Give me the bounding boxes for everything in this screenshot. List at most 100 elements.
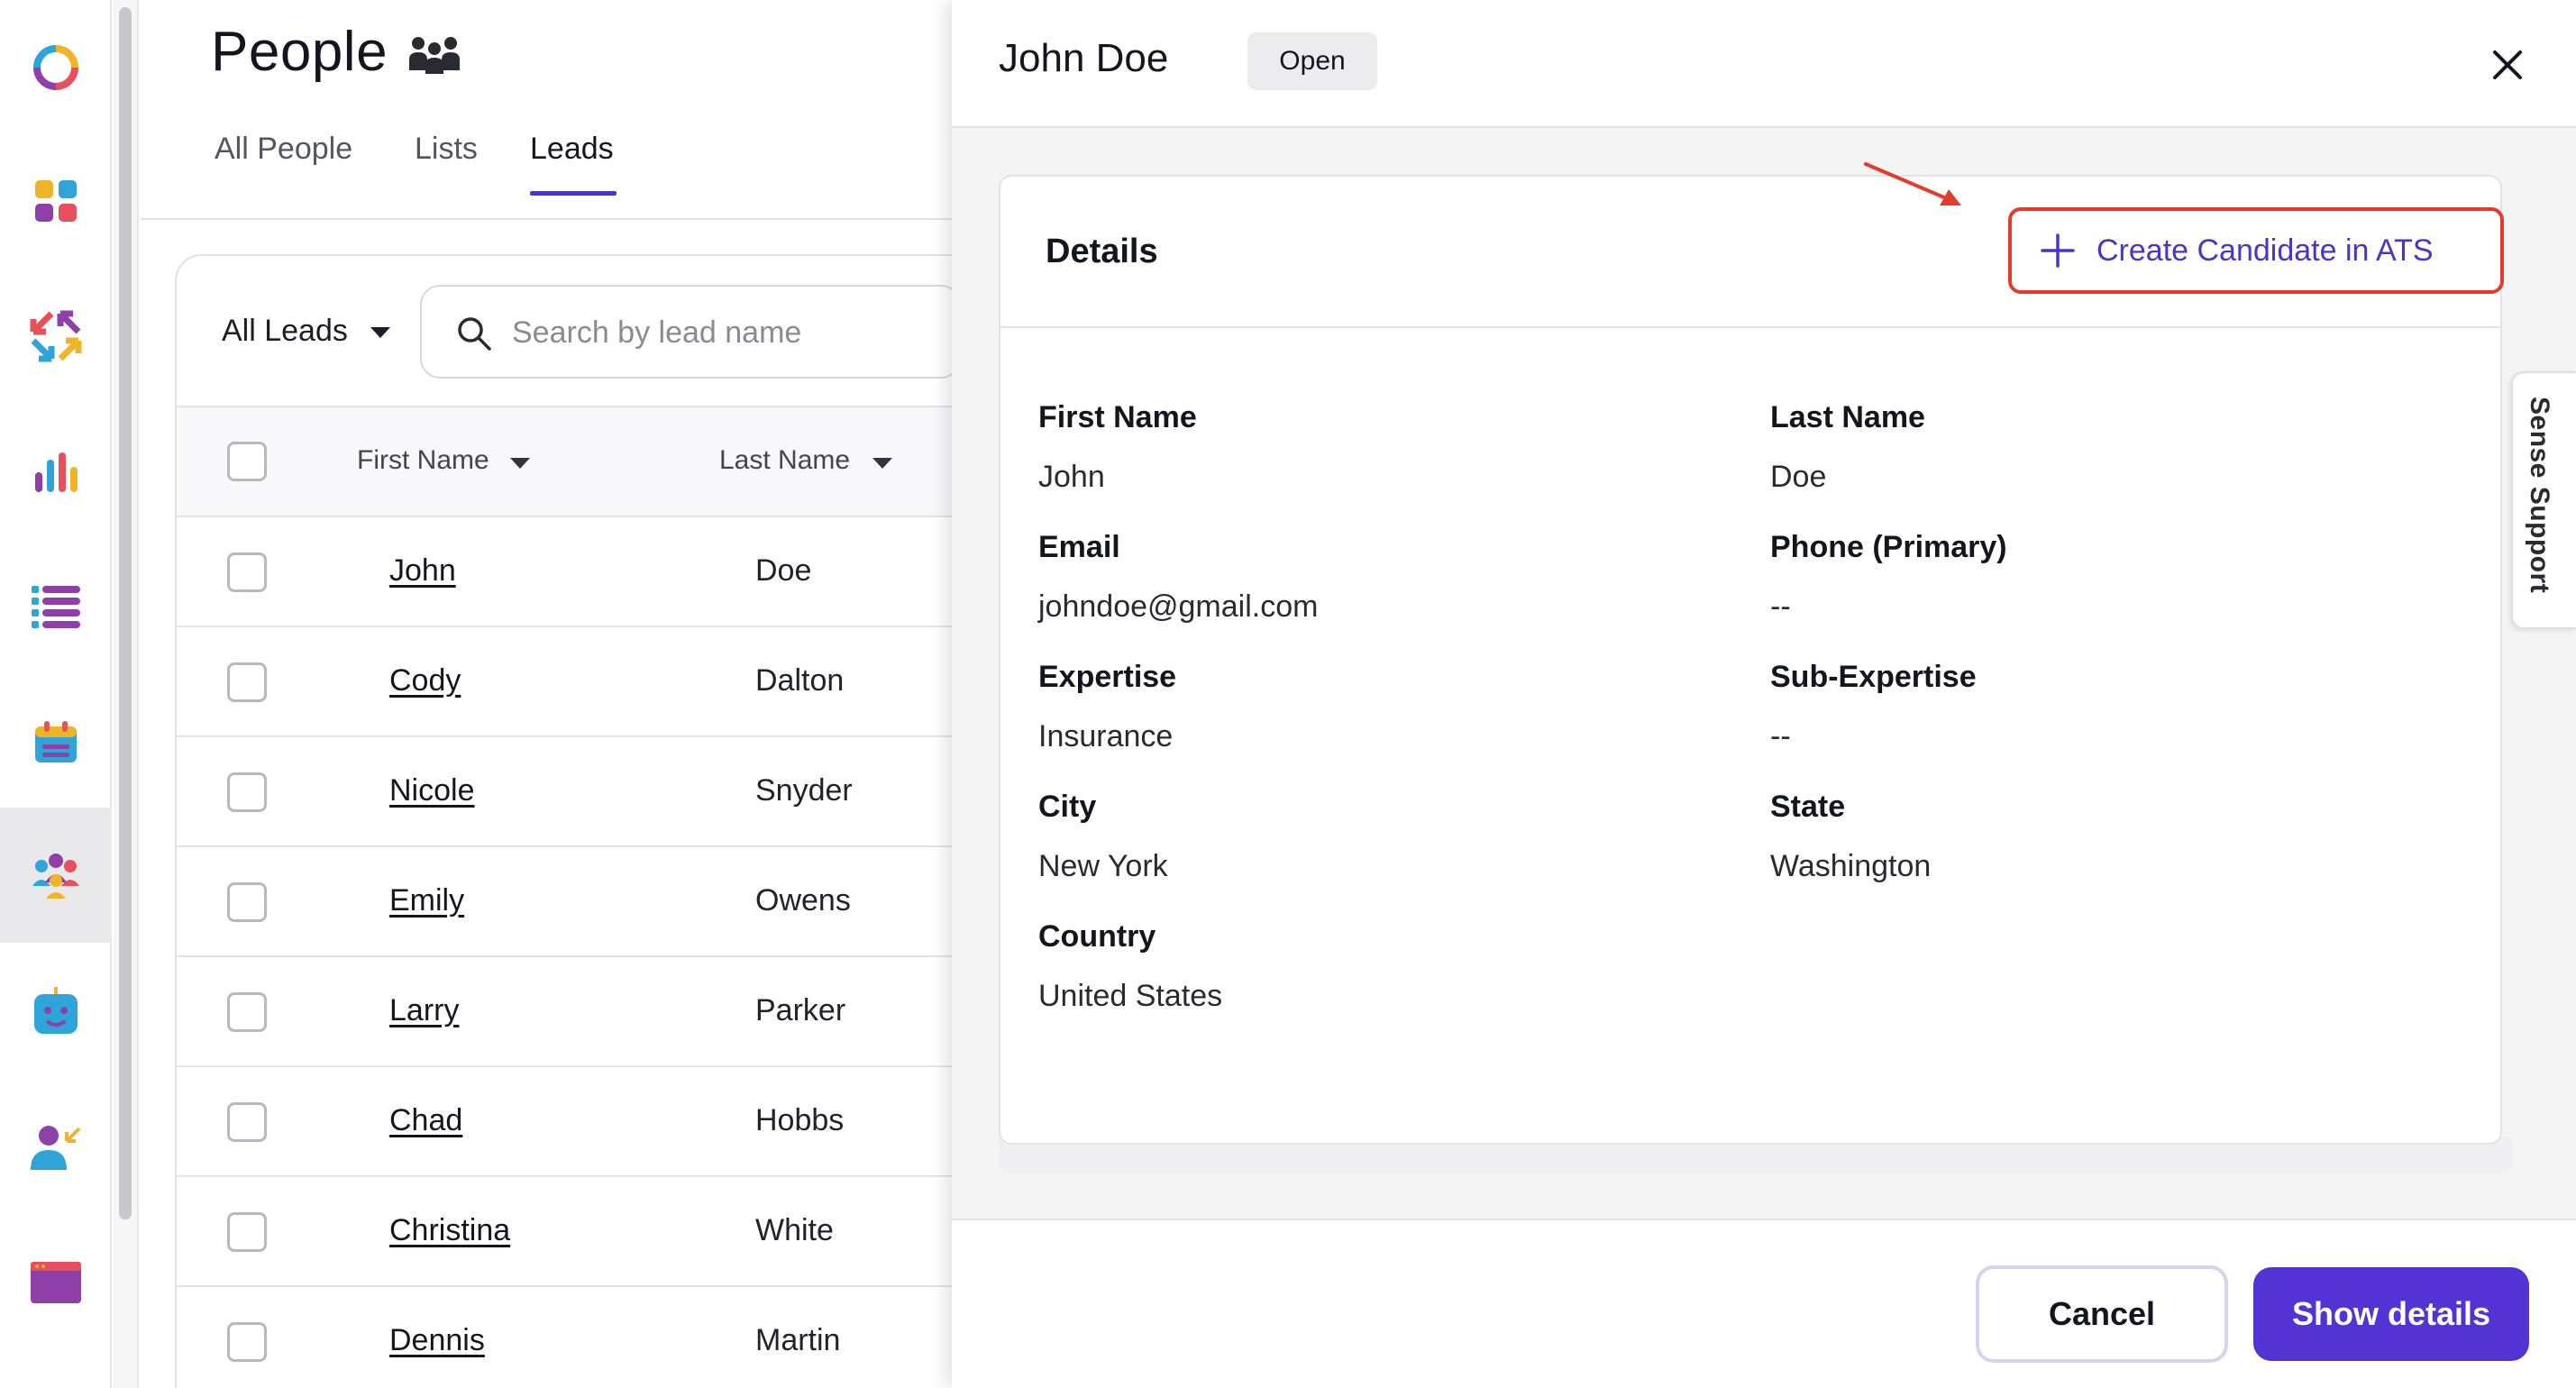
row-checkbox[interactable] [227,1102,267,1142]
list-icon[interactable] [0,539,112,674]
field-value-expertise: Insurance [1038,719,1174,753]
show-details-button[interactable]: Show details [2253,1267,2529,1361]
divider [141,218,952,220]
drawer-title: John Doe [999,36,1169,80]
divider [177,406,952,407]
table-row[interactable]: Chad Hobbs [177,1067,952,1177]
field-label-state: State [1770,790,1846,824]
dashboard-grid-icon[interactable] [0,133,112,269]
lead-last-name: Martin [755,1323,841,1357]
cancel-button[interactable]: Cancel [1976,1265,2228,1363]
sense-support-tab[interactable]: Sense Support [2511,371,2576,629]
close-icon [2493,50,2522,79]
lead-first-name-link[interactable]: John [389,553,456,589]
lead-first-name-link[interactable]: Chad [389,1103,462,1138]
bar-chart-icon[interactable] [0,404,112,539]
field-value-city: New York [1038,849,1168,883]
person-arrow-icon[interactable] [0,1080,112,1215]
leads-filter-dropdown[interactable]: All Leads [222,314,348,349]
field-value-email: johndoe@gmail.com [1038,589,1319,624]
row-checkbox[interactable] [227,662,267,702]
field-label-last-name: Last Name [1770,400,1925,434]
tab-leads[interactable]: Leads [530,132,614,167]
details-card: Details Create Candidate in ATS First Na… [999,175,2504,1145]
drawer-footer: Cancel Show details [952,1219,2576,1388]
table-row[interactable]: Emily Owens [177,847,952,957]
field-label-sub-expertise: Sub-Expertise [1770,660,1977,694]
close-button[interactable] [2475,32,2540,97]
lead-detail-drawer: John Doe Open Details Create Candidate i… [952,0,2576,1388]
search-box[interactable] [420,285,961,379]
table-row[interactable]: Christina White [177,1177,952,1287]
lead-first-name-link[interactable]: Dennis [389,1323,485,1358]
lead-first-name-link[interactable]: Cody [389,663,461,699]
select-all-checkbox[interactable] [227,442,267,481]
active-tab-indicator [530,191,617,196]
sort-caret-icon[interactable] [510,458,530,469]
lead-first-name-link[interactable]: Christina [389,1213,510,1248]
plus-icon [2041,233,2075,268]
column-header-last-name[interactable]: Last Name [719,445,850,476]
field-value-last-name: Doe [1770,460,1827,494]
row-checkbox[interactable] [227,1322,267,1362]
field-label-expertise: Expertise [1038,660,1177,694]
scrollbar-thumb[interactable] [119,7,132,1219]
field-value-country: United States [1038,979,1223,1013]
field-label-email: Email [1038,530,1120,564]
field-value-phone: -- [1770,589,1791,624]
tab-all-people[interactable]: All People [215,132,352,167]
people-nav-icon[interactable] [0,808,112,943]
column-header-first-name[interactable]: First Name [357,445,489,476]
search-icon [456,315,492,356]
row-checkbox[interactable] [227,552,267,592]
bot-icon[interactable] [0,945,112,1080]
logo-ring-icon[interactable] [0,0,112,135]
lead-last-name: Hobbs [755,1103,845,1137]
lead-last-name: Parker [755,993,846,1027]
lead-first-name-link[interactable]: Nicole [389,773,474,808]
lead-last-name: White [755,1213,834,1247]
lead-first-name-link[interactable]: Emily [389,883,464,918]
lead-last-name: Doe [755,553,812,588]
row-checkbox[interactable] [227,772,267,812]
app-sidebar [0,0,112,1388]
drawer-header: John Doe Open [952,0,2576,128]
field-label-first-name: First Name [1038,400,1197,434]
row-checkbox[interactable] [227,882,267,922]
table-row[interactable]: John Doe [177,517,952,627]
create-candidate-button[interactable]: Create Candidate in ATS [2008,207,2504,294]
sort-caret-icon[interactable] [872,458,892,469]
browser-window-icon[interactable] [0,1215,112,1350]
page-title: People [211,21,388,83]
sense-support-label: Sense Support [2525,397,2554,594]
field-label-city: City [1038,790,1097,824]
lead-first-name-link[interactable]: Larry [389,993,459,1028]
table-row[interactable]: Dennis Martin [177,1287,952,1388]
table-row[interactable]: Larry Parker [177,957,952,1067]
field-label-country: Country [1038,919,1156,954]
field-value-state: Washington [1770,849,1932,883]
people-page: People All People Lists Leads All Leads … [141,0,986,1388]
table-row[interactable]: Cody Dalton [177,627,952,737]
search-input[interactable] [512,310,927,355]
field-value-sub-expertise: -- [1770,719,1791,753]
create-candidate-label: Create Candidate in ATS [2096,233,2434,268]
tab-lists[interactable]: Lists [415,132,478,167]
row-checkbox[interactable] [227,992,267,1032]
status-badge: Open [1247,32,1377,90]
field-value-first-name: John [1038,460,1105,494]
lead-last-name: Owens [755,883,851,918]
lead-last-name: Snyder [755,773,853,808]
people-group-icon [407,34,461,78]
row-checkbox[interactable] [227,1212,267,1252]
annotation-arrow-icon [1864,162,1961,205]
arrows-icon[interactable] [0,269,112,404]
chevron-down-icon[interactable] [370,327,390,338]
calendar-icon[interactable] [0,674,112,809]
lead-last-name: Dalton [755,663,845,698]
divider [1000,326,2500,328]
sidebar-scrollbar[interactable] [114,0,139,1388]
table-row[interactable]: Nicole Snyder [177,737,952,847]
field-label-phone: Phone (Primary) [1770,530,2007,564]
details-heading: Details [1046,233,1158,270]
